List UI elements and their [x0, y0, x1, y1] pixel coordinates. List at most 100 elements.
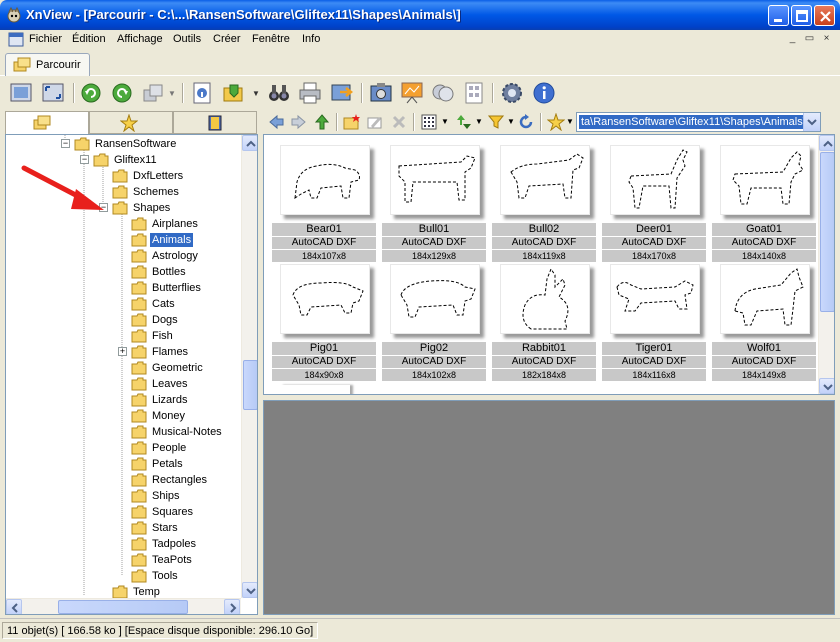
tab-parcourir[interactable]: Parcourir [5, 53, 90, 76]
capture-icon[interactable] [369, 81, 393, 105]
thumbnail-dimensions: 184x102x8 [382, 369, 486, 381]
contact-sheet-icon[interactable] [462, 81, 486, 105]
thumbnail-item[interactable]: Pig01 AutoCAD DXF 184x90x8 [272, 260, 376, 381]
parent-folder-icon[interactable] [314, 114, 330, 130]
close-icon [820, 11, 831, 22]
about-info-icon[interactable] [532, 81, 556, 105]
scroll-thumb[interactable] [820, 152, 834, 312]
thumbnail-type: AutoCAD DXF [602, 237, 706, 249]
address-dropdown-button[interactable] [803, 113, 820, 131]
scroll-up-icon[interactable] [242, 135, 257, 151]
left-panel-tabs [5, 111, 258, 134]
scroll-thumb[interactable] [243, 360, 257, 410]
scroll-up-icon[interactable] [819, 135, 834, 151]
folder-icon [131, 345, 147, 359]
thumbnail-type: AutoCAD DXF [712, 356, 816, 368]
minimize-button[interactable] [768, 5, 789, 26]
address-path: ta\RansenSoftware\Gliftex11\Shapes\Anima… [579, 115, 808, 129]
menu-affichage[interactable]: Affichage [117, 33, 163, 45]
favorite-star-icon[interactable] [547, 113, 565, 131]
thumbnail-vertical-scrollbar[interactable] [818, 135, 834, 394]
sort-icon[interactable] [456, 114, 472, 130]
rotate-right-icon[interactable] [110, 81, 134, 105]
thumbnail-image [280, 145, 370, 215]
open-dropdown-icon[interactable]: ▼ [252, 89, 260, 98]
filter-icon[interactable] [488, 114, 504, 130]
folder-open-icon [131, 233, 147, 247]
thumbnail-item[interactable]: Rabbit01 AutoCAD DXF 182x184x8 [492, 260, 596, 381]
rename-icon[interactable] [367, 114, 383, 130]
mdi-minimize-icon[interactable]: _ [785, 32, 800, 46]
new-folder-icon[interactable] [343, 114, 361, 130]
back-arrow-icon[interactable] [268, 114, 284, 130]
thumbnail-item-partial[interactable] [280, 385, 350, 394]
scroll-thumb[interactable] [58, 600, 188, 614]
collapse-toggle[interactable]: − [61, 139, 70, 148]
folders-tab-icon [33, 115, 51, 130]
thumbnail-item[interactable]: Pig02 AutoCAD DXF 184x102x8 [382, 260, 486, 381]
convert-icon[interactable] [141, 81, 165, 105]
scroll-right-icon[interactable] [224, 599, 240, 614]
menu-creer[interactable]: Créer [213, 33, 241, 45]
thumbnail-image [280, 264, 370, 334]
scroll-down-icon[interactable] [242, 582, 257, 598]
thumbnail-item[interactable]: Bull01 AutoCAD DXF 184x129x8 [382, 141, 486, 262]
settings-gear-icon[interactable] [500, 81, 524, 105]
tree-horizontal-scrollbar[interactable] [6, 598, 241, 614]
mdi-restore-icon[interactable]: ▭ [802, 32, 817, 46]
slideshow-icon[interactable] [400, 81, 424, 105]
thumbnail-item[interactable]: Tiger01 AutoCAD DXF 184x116x8 [602, 260, 706, 381]
fullscreen-icon[interactable] [9, 81, 33, 105]
thumbnail-image [500, 264, 590, 334]
thumbnail-item[interactable]: Goat01 AutoCAD DXF 184x140x8 [712, 141, 816, 262]
binoculars-icon[interactable] [267, 81, 291, 105]
rotate-left-icon[interactable] [79, 81, 103, 105]
thumbnail-item[interactable]: Deer01 AutoCAD DXF 184x170x8 [602, 141, 706, 262]
thumbnail-image [390, 264, 480, 334]
folder-icon [131, 281, 147, 295]
tree-vertical-scrollbar[interactable] [241, 135, 257, 598]
scroll-left-icon[interactable] [6, 599, 22, 614]
view-mode-dropdown-icon[interactable]: ▼ [441, 117, 449, 126]
folder-icon [131, 329, 147, 343]
compare-icon[interactable] [431, 81, 455, 105]
menu-outils[interactable]: Outils [173, 33, 201, 45]
folder-icon [131, 377, 147, 391]
fit-window-icon[interactable] [41, 81, 65, 105]
mdi-close-icon[interactable]: × [819, 32, 834, 46]
properties-icon[interactable] [191, 81, 215, 105]
thumbnail-item[interactable]: Bull02 AutoCAD DXF 184x119x8 [492, 141, 596, 262]
export-icon[interactable] [330, 81, 354, 105]
maximize-button[interactable] [791, 5, 812, 26]
favorite-dropdown-icon[interactable]: ▼ [566, 117, 574, 126]
refresh-icon[interactable] [518, 114, 534, 130]
collapse-toggle[interactable]: − [80, 155, 89, 164]
thumbnail-type: AutoCAD DXF [382, 237, 486, 249]
thumbnail-image [390, 145, 480, 215]
tab-categories[interactable] [173, 111, 257, 134]
delete-icon[interactable] [391, 114, 407, 130]
forward-arrow-icon[interactable] [291, 114, 307, 130]
scroll-down-icon[interactable] [819, 378, 834, 394]
thumbnail-item[interactable]: Bear01 AutoCAD DXF 184x107x8 [272, 141, 376, 262]
print-icon[interactable] [298, 81, 322, 105]
close-button[interactable] [814, 5, 835, 26]
convert-dropdown-icon[interactable]: ▼ [168, 89, 176, 98]
thumbnail-name: Deer01 [602, 223, 706, 236]
menu-fenetre[interactable]: Fenêtre [252, 33, 290, 45]
expand-toggle[interactable]: + [118, 347, 127, 356]
sort-dropdown-icon[interactable]: ▼ [475, 117, 483, 126]
open-folder-icon[interactable] [222, 81, 246, 105]
filter-dropdown-icon[interactable]: ▼ [507, 117, 515, 126]
main-toolbar: ▼ ▼ [0, 77, 840, 110]
menu-fichier[interactable]: Fichier [29, 33, 62, 45]
tab-favorites[interactable] [89, 111, 173, 134]
thumbnail-item[interactable]: Wolf01 AutoCAD DXF 184x149x8 [712, 260, 816, 381]
menu-info[interactable]: Info [302, 33, 320, 45]
thumbnail-name: Goat01 [712, 223, 816, 236]
star-icon [120, 114, 138, 132]
address-bar[interactable]: ta\RansenSoftware\Gliftex11\Shapes\Anima… [576, 112, 821, 132]
view-mode-icon[interactable] [421, 114, 437, 130]
menu-edition[interactable]: Édition [72, 33, 106, 45]
tab-folders[interactable] [5, 111, 89, 134]
